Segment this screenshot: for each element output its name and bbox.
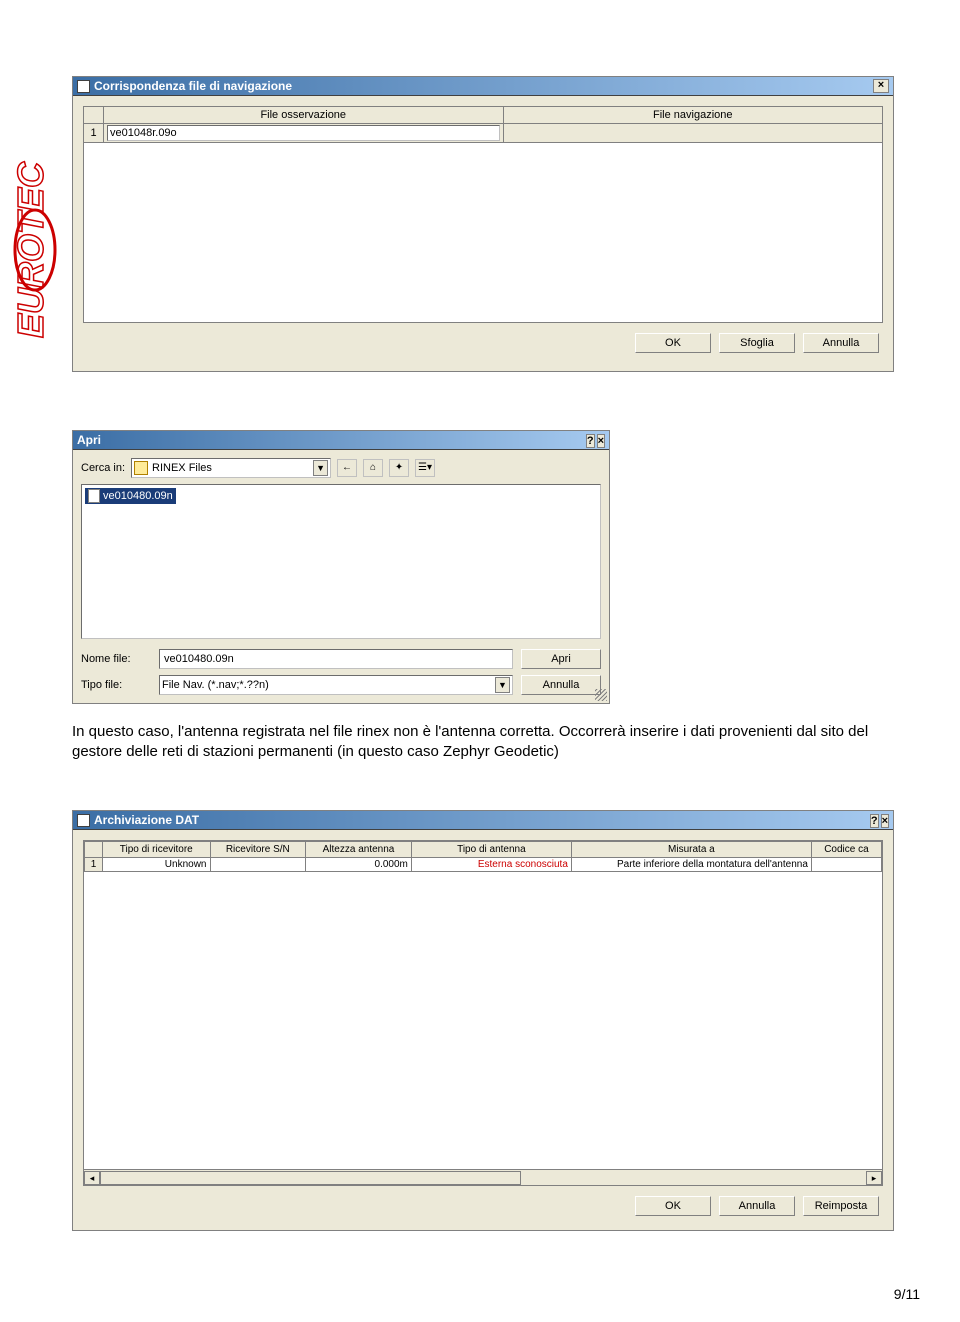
help-icon[interactable]: ? — [586, 434, 595, 448]
chevron-down-icon[interactable]: ▼ — [313, 460, 328, 476]
folder-dropdown[interactable]: RINEX Files ▼ — [131, 458, 331, 478]
chevron-down-icon[interactable]: ▼ — [495, 677, 510, 693]
scroll-left-icon[interactable]: ◂ — [84, 1171, 100, 1185]
cell-misurata-a[interactable]: Parte inferiore della montatura dell'ant… — [571, 858, 811, 872]
close-icon[interactable]: × — [873, 79, 889, 93]
cerca-in-label: Cerca in: — [81, 462, 125, 474]
nav-file-table: File osservazione File navigazione 1 — [83, 106, 883, 143]
cell-ricevitore-sn[interactable] — [210, 858, 306, 872]
col-altezza-antenna: Altezza antenna — [306, 842, 412, 858]
list-item[interactable]: ve010480.09n — [85, 488, 176, 504]
col-ricevitore-sn: Ricevitore S/N — [210, 842, 306, 858]
app-icon — [77, 814, 90, 827]
apri-dialog: Apri ?× Cerca in: RINEX Files ▼ ← ⌂ ✦ ☰▾… — [72, 430, 610, 704]
scrollbar-thumb[interactable] — [100, 1171, 521, 1185]
oss-input[interactable] — [107, 125, 500, 141]
new-folder-icon[interactable]: ✦ — [389, 459, 409, 477]
dialog3-titlebar: Archiviazione DAT ?× — [73, 811, 893, 830]
apri-button[interactable]: Apri — [521, 649, 601, 669]
eurotec-logo: EUROTEC — [10, 60, 60, 440]
dat-table: Tipo di ricevitore Ricevitore S/N Altezz… — [84, 841, 882, 872]
cell-tipo-ricevitore[interactable]: Unknown — [103, 858, 211, 872]
view-menu-icon[interactable]: ☰▾ — [415, 459, 435, 477]
dialog3-title: Archiviazione DAT — [94, 813, 199, 827]
file-icon — [88, 489, 100, 503]
ok-button[interactable]: OK — [635, 333, 711, 353]
annulla-button[interactable]: Annulla — [719, 1196, 795, 1216]
tipo-file-label: Tipo file: — [81, 679, 151, 691]
row-header-blank — [84, 107, 104, 124]
tipo-file-value: File Nav. (*.nav;*.??n) — [162, 679, 269, 691]
nome-file-input[interactable] — [159, 649, 513, 669]
up-folder-icon[interactable]: ⌂ — [363, 459, 383, 477]
table-row[interactable]: 1 Unknown 0.000m Esterna sconosciuta Par… — [85, 858, 882, 872]
row-number: 1 — [85, 858, 103, 872]
col-tipo-ricevitore: Tipo di ricevitore — [103, 842, 211, 858]
scrollbar-track[interactable] — [100, 1171, 866, 1185]
table-empty-area — [83, 143, 883, 323]
close-icon[interactable]: × — [597, 434, 605, 448]
col-misurata-a: Misurata a — [571, 842, 811, 858]
col-navigazione: File navigazione — [503, 107, 883, 124]
archiviazione-dat-dialog: Archiviazione DAT ?× Tipo di ricevitore … — [72, 810, 894, 1231]
row-header-blank — [85, 842, 103, 858]
cell-altezza-antenna[interactable]: 0.000m — [306, 858, 412, 872]
cell-codice[interactable] — [811, 858, 881, 872]
file-item-name: ve010480.09n — [103, 490, 173, 502]
close-icon[interactable]: × — [881, 814, 889, 828]
scroll-right-icon[interactable]: ▸ — [866, 1171, 882, 1185]
nav-corrispondenza-dialog: Corrispondenza file di navigazione × Fil… — [72, 76, 894, 372]
col-osservazione: File osservazione — [104, 107, 504, 124]
dialog1-title: Corrispondenza file di navigazione — [94, 79, 292, 93]
oss-cell[interactable] — [104, 124, 504, 143]
annulla-button[interactable]: Annulla — [803, 333, 879, 353]
ok-button[interactable]: OK — [635, 1196, 711, 1216]
col-codice: Codice ca — [811, 842, 881, 858]
page-number: 9/11 — [894, 1286, 920, 1302]
app-icon — [77, 80, 90, 93]
col-tipo-antenna: Tipo di antenna — [411, 842, 571, 858]
back-icon[interactable]: ← — [337, 459, 357, 477]
logo-svg: EUROTEC — [10, 60, 60, 440]
reimposta-button[interactable]: Reimposta — [803, 1196, 879, 1216]
nome-file-label: Nome file: — [81, 653, 151, 665]
horizontal-scrollbar[interactable]: ◂ ▸ — [83, 1170, 883, 1186]
cell-tipo-antenna[interactable]: Esterna sconosciuta — [411, 858, 571, 872]
file-list[interactable]: ve010480.09n — [81, 484, 601, 639]
resize-grip-icon[interactable] — [595, 689, 607, 701]
sfoglia-button[interactable]: Sfoglia — [719, 333, 795, 353]
folder-name: RINEX Files — [152, 462, 212, 474]
dat-table-container: Tipo di ricevitore Ricevitore S/N Altezz… — [83, 840, 883, 1170]
dialog1-titlebar: Corrispondenza file di navigazione × — [73, 77, 893, 96]
folder-icon — [134, 461, 148, 475]
annulla-button[interactable]: Annulla — [521, 675, 601, 695]
dialog2-title: Apri — [77, 433, 101, 447]
dialog2-titlebar: Apri ?× — [73, 431, 609, 450]
tipo-file-dropdown[interactable]: File Nav. (*.nav;*.??n) ▼ — [159, 675, 513, 695]
instruction-text: In questo caso, l'antenna registrata nel… — [72, 722, 894, 763]
table-row: 1 — [84, 124, 883, 143]
row-number: 1 — [84, 124, 104, 143]
help-icon[interactable]: ? — [870, 814, 879, 828]
nav-cell[interactable] — [503, 124, 883, 143]
